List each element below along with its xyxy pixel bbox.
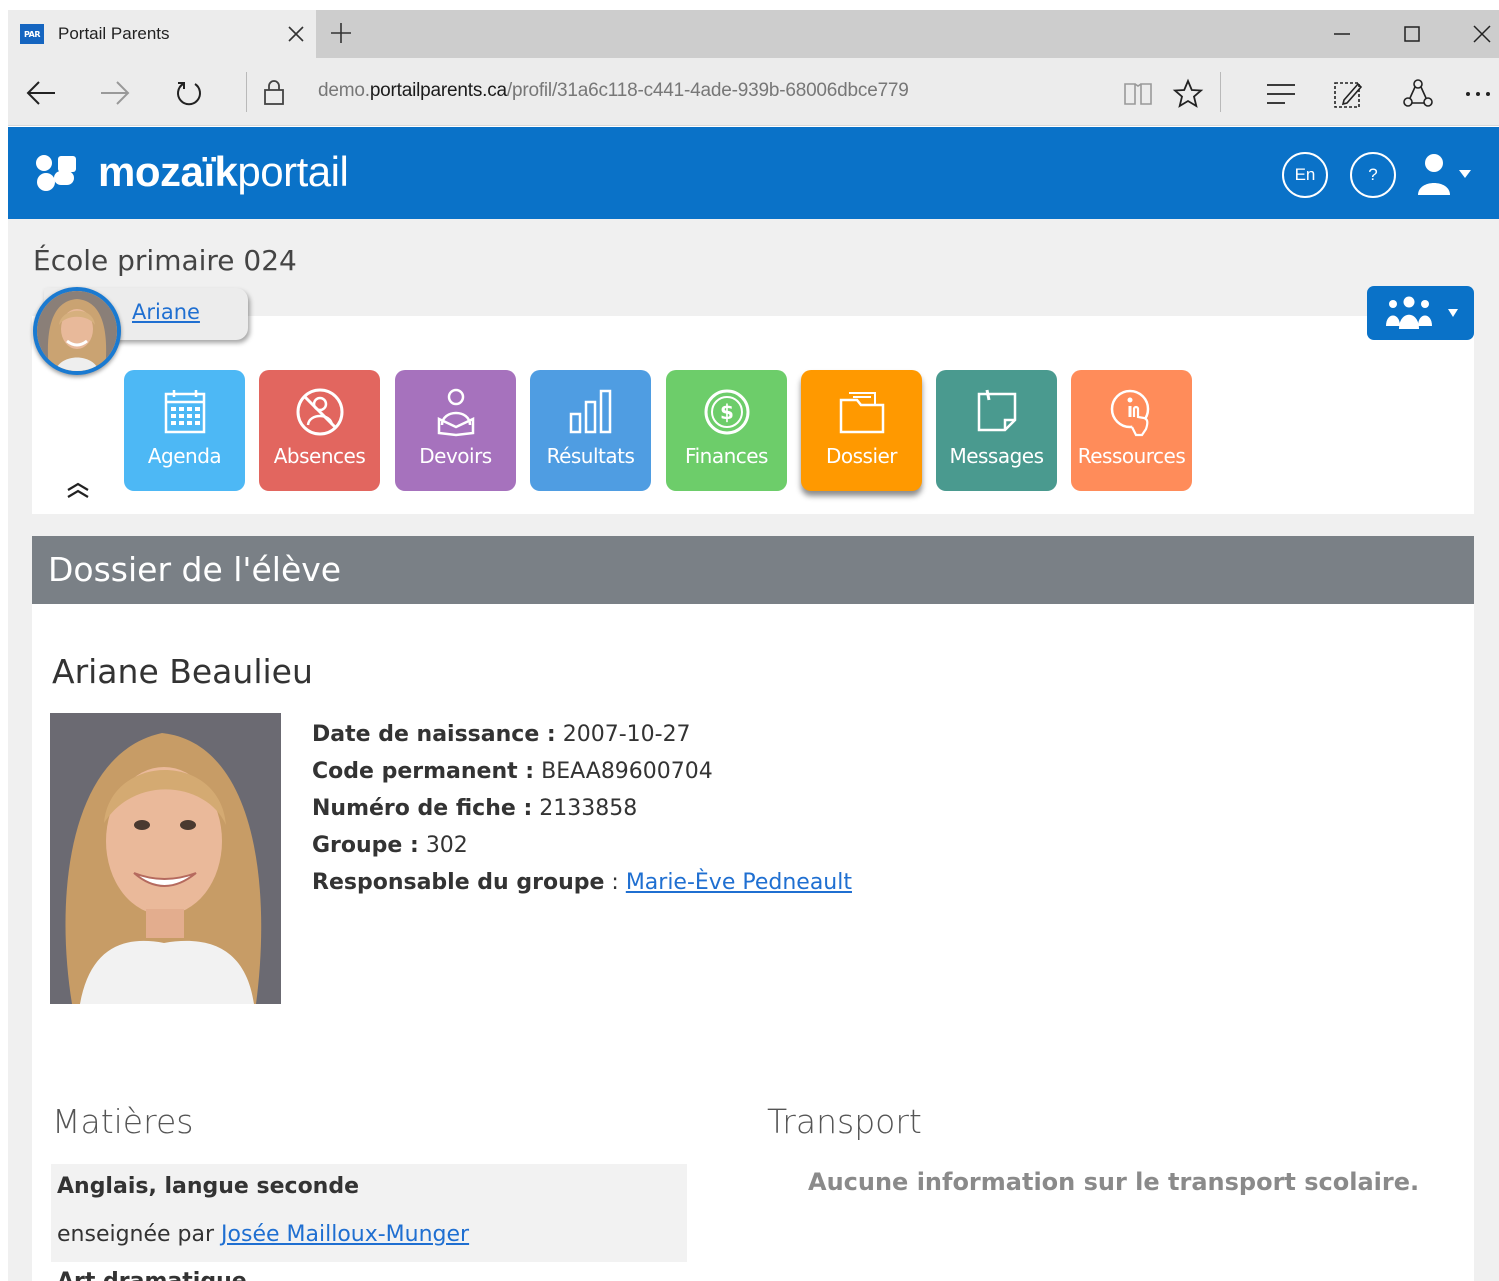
absence-icon	[295, 386, 345, 438]
file-number-label: Numéro de fiche :	[312, 796, 533, 821]
tile-dossier[interactable]: Dossier	[801, 370, 922, 491]
url-host: portailparents.ca	[369, 80, 507, 101]
school-name: École primaire 024	[33, 244, 297, 277]
share-icon[interactable]	[1400, 76, 1436, 112]
logo-mark-icon	[34, 153, 80, 203]
subject-item: Anglais, langue seconde enseignée par Jo…	[51, 1164, 687, 1262]
transport-message: Aucune information sur le transport scol…	[808, 1168, 1420, 1196]
minimize-icon[interactable]	[1326, 18, 1358, 50]
close-window-icon[interactable]	[1466, 18, 1498, 50]
note-icon	[973, 386, 1021, 438]
group-responsible-row: Responsable du groupe : Marie-Ève Pednea…	[312, 864, 852, 901]
tile-finances[interactable]: $ Finances	[666, 370, 787, 491]
forward-icon[interactable]	[98, 76, 132, 110]
back-icon[interactable]	[24, 76, 58, 110]
address-separator	[246, 72, 247, 112]
subject-name: Anglais, langue seconde	[57, 1174, 360, 1199]
tile-agenda[interactable]: Agenda	[124, 370, 245, 491]
section-title: Dossier de l'élève	[48, 550, 342, 589]
tile-label: Devoirs	[419, 444, 492, 468]
favorite-star-icon[interactable]	[1170, 76, 1206, 112]
student-photo	[50, 713, 281, 1004]
language-button[interactable]: En	[1282, 152, 1328, 198]
calendar-icon	[163, 386, 207, 438]
url-prefix: demo.	[318, 80, 370, 101]
tile-absences[interactable]: Absences	[259, 370, 380, 491]
tile-label: Absences	[273, 444, 366, 468]
tile-ressources[interactable]: Ressources	[1071, 370, 1192, 491]
group-row: Groupe : 302	[312, 827, 852, 864]
folder-icon	[837, 386, 887, 438]
lock-icon[interactable]	[262, 78, 286, 110]
logo-text: mozaïkportail	[98, 148, 349, 196]
taught-by-text: enseignée par	[57, 1222, 222, 1247]
group-responsible-separator: :	[604, 870, 626, 895]
bar-chart-icon	[566, 386, 616, 438]
refresh-icon[interactable]	[172, 76, 206, 110]
web-note-icon[interactable]	[1330, 76, 1366, 112]
group-label: Groupe :	[312, 833, 419, 858]
toolbar-separator	[1220, 72, 1221, 112]
help-button[interactable]: ?	[1350, 152, 1396, 198]
logo-light-text: portail	[237, 148, 349, 195]
group-responsible-label: Responsable du groupe	[312, 870, 605, 895]
file-number-value: 2133858	[539, 796, 638, 821]
transport-title: Transport	[767, 1102, 922, 1141]
student-name-link[interactable]: Ariane	[132, 300, 200, 324]
tile-messages[interactable]: Messages	[936, 370, 1057, 491]
birth-date-value: 2007-10-27	[562, 722, 691, 747]
tile-label: Agenda	[147, 444, 222, 468]
url-path: /profil/31a6c118-c441-4ade-939b-68006dbc…	[506, 80, 909, 101]
caret-down-icon	[1459, 170, 1471, 178]
tile-label: Ressources	[1077, 444, 1186, 468]
family-icon	[1385, 296, 1432, 329]
permanent-code-label: Code permanent :	[312, 759, 535, 784]
info-hand-icon	[1108, 386, 1156, 438]
mozaik-logo[interactable]: mozaïkportail	[34, 141, 349, 203]
tile-resultats[interactable]: Résultats	[530, 370, 651, 491]
browser-tab-bar: PAR Portail Parents	[8, 10, 1499, 58]
student-info: Date de naissance : 2007-10-27 Code perm…	[312, 716, 852, 901]
reading-view-icon[interactable]	[1120, 76, 1156, 112]
address-bar: demo.portailparents.ca/profil/31a6c118-c…	[8, 58, 1499, 126]
tile-label: Finances	[685, 444, 768, 468]
url-field[interactable]: demo.portailparents.ca/profil/31a6c118-c…	[318, 80, 909, 102]
tile-devoirs[interactable]: Devoirs	[395, 370, 516, 491]
close-tab-icon[interactable]	[284, 22, 308, 46]
group-value: 302	[425, 833, 468, 858]
new-tab-icon[interactable]	[328, 20, 354, 46]
group-responsible-link[interactable]: Marie-Ève Pedneault	[626, 870, 852, 895]
homework-icon	[436, 386, 476, 438]
subjects-title: Matières	[52, 1102, 194, 1141]
hub-icon[interactable]	[1263, 76, 1299, 112]
section-header: Dossier de l'élève	[32, 536, 1474, 604]
more-icon[interactable]	[1460, 76, 1496, 112]
student-full-name: Ariane Beaulieu	[52, 652, 313, 691]
birth-date-label: Date de naissance :	[312, 722, 556, 747]
svg-text:$: $	[720, 400, 734, 424]
user-menu-button[interactable]	[1416, 153, 1472, 195]
logo-bold-text: mozaïk	[98, 148, 238, 195]
family-switch-button[interactable]	[1367, 286, 1474, 340]
tile-label: Résultats	[546, 444, 635, 468]
caret-down-icon	[1447, 309, 1458, 317]
birth-date-row: Date de naissance : 2007-10-27	[312, 716, 852, 753]
tile-label: Dossier	[825, 444, 898, 468]
tile-label: Messages	[949, 444, 1044, 468]
collapse-icon[interactable]	[64, 478, 92, 502]
teacher-link[interactable]: Josée Mailloux-Munger	[221, 1222, 469, 1247]
app-header: mozaïkportail En ?	[8, 127, 1499, 219]
student-avatar[interactable]	[33, 287, 121, 375]
tab-title: Portail Parents	[58, 24, 170, 43]
permanent-code-row: Code permanent : BEAA89600704	[312, 753, 852, 790]
subject-teacher: enseignée par Josée Mailloux-Munger	[57, 1222, 469, 1247]
file-number-row: Numéro de fiche : 2133858	[312, 790, 852, 827]
dollar-icon: $	[703, 386, 751, 438]
browser-tab[interactable]: PAR Portail Parents	[8, 10, 316, 58]
favicon-icon: PAR	[20, 24, 44, 44]
maximize-icon[interactable]	[1396, 18, 1428, 50]
permanent-code-value: BEAA89600704	[541, 759, 713, 784]
next-subject-name: Art dramatique	[57, 1268, 247, 1281]
user-icon	[1418, 154, 1450, 195]
